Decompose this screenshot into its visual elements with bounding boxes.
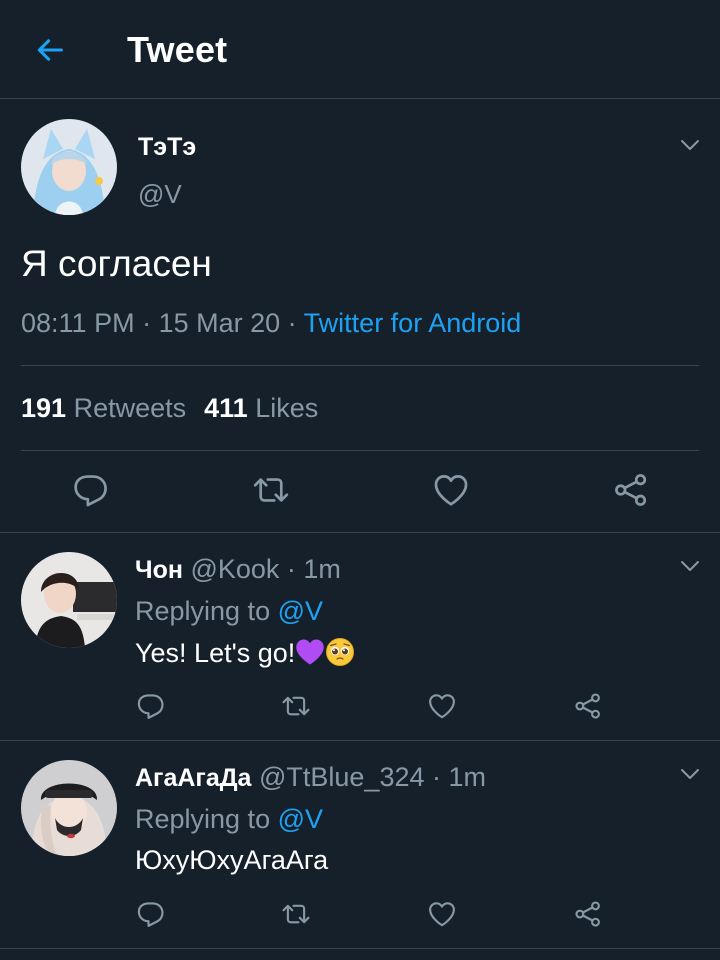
reply-time: 1m (303, 554, 341, 584)
reply-button[interactable] (131, 686, 171, 726)
reply-text: ЮхуЮхуАгаАга (135, 845, 329, 875)
reply-author-handle[interactable]: @Kook (190, 554, 279, 584)
pleading-face-icon (326, 638, 355, 666)
reply-time: 1m (448, 762, 487, 792)
reply-author-name[interactable]: Чон (135, 556, 183, 584)
reply-button[interactable] (71, 470, 111, 510)
retweet-button[interactable] (276, 686, 316, 726)
replying-label: Replying to (135, 804, 271, 834)
heart-icon (432, 471, 470, 509)
separator: · (424, 762, 449, 792)
likes-stat[interactable]: 411 Likes (204, 393, 318, 423)
likes-label: Likes (255, 393, 319, 423)
reply-tweet[interactable]: Чон @Kook · 1m Replying to @V Yes! Let's… (0, 533, 720, 740)
reply-actions (0, 686, 720, 726)
separator: · (280, 308, 304, 338)
retweets-label: Retweets (73, 393, 187, 423)
divider (0, 948, 720, 949)
author-name[interactable]: ТэТэ (138, 133, 196, 162)
avatar[interactable] (21, 119, 117, 215)
mention-link[interactable]: @V (278, 804, 323, 834)
like-button[interactable] (422, 894, 462, 934)
arrow-left-icon (37, 39, 63, 61)
reply-body: Yes! Let's go! (135, 638, 296, 668)
mention-link[interactable]: @V (278, 596, 323, 626)
share-icon (573, 691, 603, 721)
reply-icon (136, 691, 166, 721)
divider (21, 365, 699, 366)
reply-tweet[interactable]: АгаАгаДа @TtBlue_324 · 1m Replying to @V… (0, 741, 720, 948)
retweet-icon (252, 471, 290, 509)
tweet-actions (0, 470, 720, 510)
tweet-menu-button[interactable] (677, 132, 703, 158)
retweets-stat[interactable]: 191 Retweets (21, 393, 186, 423)
purple-heart-icon (296, 639, 325, 665)
author-handle[interactable]: @V (138, 179, 182, 210)
retweets-count: 191 (21, 393, 67, 423)
avatar[interactable] (21, 760, 117, 856)
reply-header: АгаАгаДа @TtBlue_324 · 1m (135, 762, 486, 793)
heart-icon (427, 899, 457, 929)
likes-count: 411 (204, 393, 248, 423)
reply-button[interactable] (131, 894, 171, 934)
tweet-time: 08:11 PM (21, 308, 135, 338)
tweet-meta: 08:11 PM · 15 Mar 20 · Twitter for Andro… (21, 308, 521, 339)
share-button[interactable] (568, 894, 608, 934)
avatar[interactable] (21, 552, 117, 648)
reply-actions (0, 894, 720, 934)
tweet-text: Я согласен (21, 243, 212, 284)
reply-author-handle[interactable]: @TtBlue_324 (259, 762, 425, 792)
divider (21, 450, 699, 451)
tweet-date: 15 Mar 20 (158, 308, 281, 338)
like-button[interactable] (431, 470, 471, 510)
heart-icon (427, 691, 457, 721)
separator: · (279, 554, 304, 584)
retweet-button[interactable] (251, 470, 291, 510)
tweet-source-link[interactable]: Twitter for Android (304, 308, 522, 338)
reply-icon (136, 899, 166, 929)
share-icon (573, 899, 603, 929)
chevron-down-icon (678, 762, 702, 786)
chevron-down-icon (678, 133, 702, 157)
reply-text: Yes! Let's go! (135, 637, 355, 669)
replying-to: Replying to @V (135, 596, 323, 627)
chevron-down-icon (678, 554, 702, 578)
replying-label: Replying to (135, 596, 271, 626)
reply-author-name[interactable]: АгаАгаДа (135, 764, 251, 792)
tweet-stats: 191 Retweets 411 Likes (21, 393, 318, 424)
retweet-icon (281, 691, 311, 721)
share-icon (612, 471, 650, 509)
back-button[interactable] (30, 30, 70, 70)
reply-header: Чон @Kook · 1m (135, 554, 341, 585)
separator: · (134, 308, 159, 338)
retweet-icon (281, 899, 311, 929)
reply-menu-button[interactable] (677, 553, 703, 579)
reply-menu-button[interactable] (677, 761, 703, 787)
reply-icon (72, 471, 110, 509)
replying-to: Replying to @V (135, 804, 323, 835)
page-title: Tweet (127, 29, 228, 70)
top-bar: Tweet (0, 0, 720, 99)
retweet-button[interactable] (276, 894, 316, 934)
like-button[interactable] (422, 686, 462, 726)
share-button[interactable] (568, 686, 608, 726)
share-button[interactable] (611, 470, 651, 510)
